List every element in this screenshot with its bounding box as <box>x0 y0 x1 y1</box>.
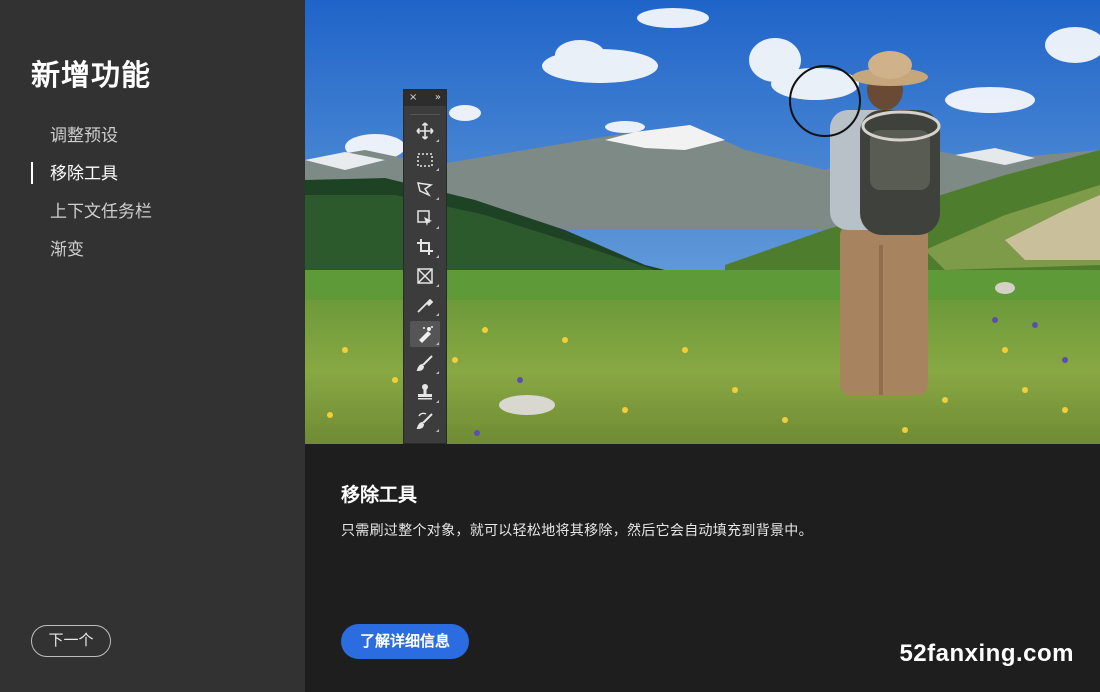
feature-title: 移除工具 <box>341 484 418 506</box>
sidebar-item-remove-tool[interactable]: 移除工具 <box>0 160 305 198</box>
tools-panel-header: × » <box>404 90 446 106</box>
crop-icon <box>417 239 433 255</box>
watermark: 52fanxing.com <box>899 640 1074 667</box>
sidebar-nav: 调整预设 移除工具 上下文任务栏 渐变 <box>0 122 305 274</box>
lasso-icon <box>416 182 434 197</box>
collapse-icon[interactable]: » <box>435 90 441 106</box>
marquee-icon <box>417 153 433 167</box>
brush-tool[interactable] <box>410 350 440 376</box>
sidebar-item-contextual-taskbar[interactable]: 上下文任务栏 <box>0 198 305 236</box>
marquee-tool[interactable] <box>410 147 440 173</box>
crop-tool[interactable] <box>410 234 440 260</box>
feature-description: 只需刷过整个对象，就可以轻松地将其移除，然后它会自动填充到背景中。 <box>341 523 813 539</box>
eyedropper-tool[interactable] <box>410 292 440 318</box>
remove-tool-icon <box>419 326 433 343</box>
next-button[interactable]: 下一个 <box>31 625 111 657</box>
stamp-icon <box>418 384 432 400</box>
sidebar-item-gradient[interactable]: 渐变 <box>0 236 305 274</box>
sidebar-title: 新增功能 <box>31 58 152 92</box>
sidebar: 新增功能 调整预设 移除工具 上下文任务栏 渐变 下一个 <box>0 0 305 692</box>
sidebar-item-adjustment-presets[interactable]: 调整预设 <box>0 122 305 160</box>
learn-more-button[interactable]: 了解详细信息 <box>341 624 469 659</box>
frame-tool[interactable] <box>410 263 440 289</box>
tools-panel: × » <box>403 89 447 444</box>
object-select-tool[interactable] <box>410 205 440 231</box>
object-select-icon <box>417 210 432 226</box>
lasso-tool[interactable] <box>410 176 440 202</box>
history-brush-tool[interactable] <box>410 408 440 434</box>
panel-grip[interactable] <box>410 106 440 115</box>
close-icon[interactable]: × <box>409 90 417 106</box>
feature-info-panel: 移除工具 只需刷过整个对象，就可以轻松地将其移除，然后它会自动填充到背景中。 了… <box>305 444 1100 692</box>
move-icon <box>416 122 434 140</box>
eyedropper-icon <box>417 298 434 313</box>
stamp-tool[interactable] <box>410 379 440 405</box>
remove-tool[interactable] <box>410 321 440 347</box>
brush-icon <box>416 355 433 372</box>
move-tool[interactable] <box>410 118 440 144</box>
frame-icon <box>417 268 433 284</box>
history-brush-icon <box>416 412 433 430</box>
